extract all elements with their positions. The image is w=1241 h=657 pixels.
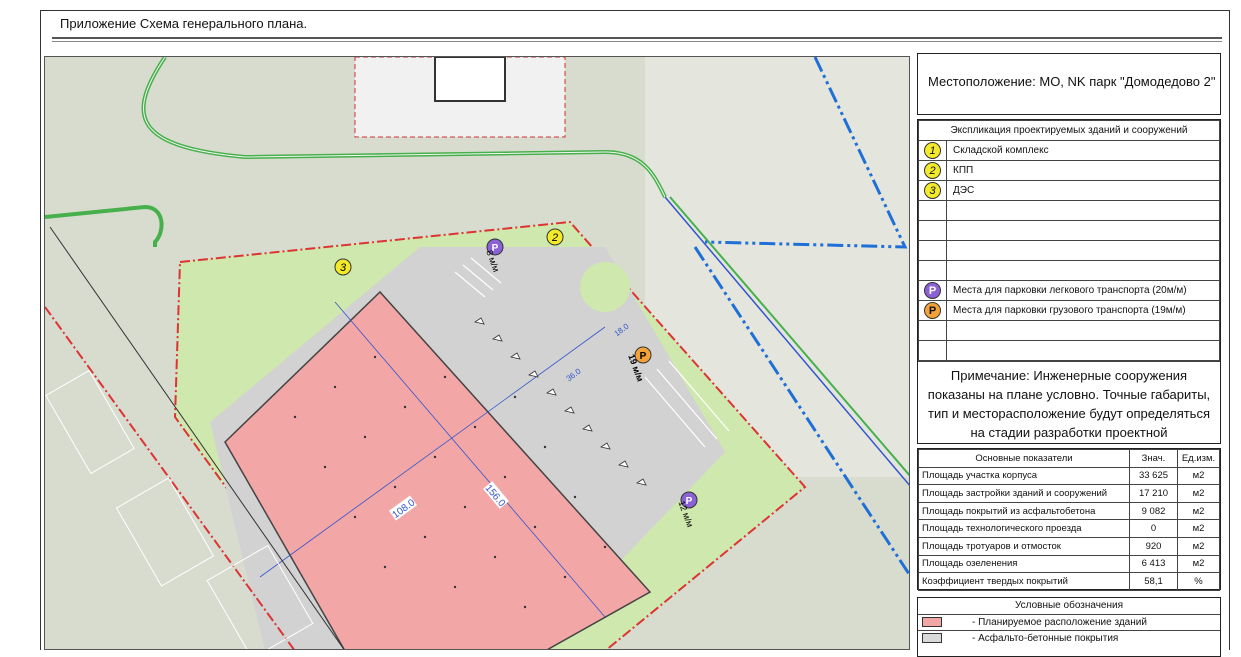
location-box: Местоположение: МО, NK парк "Домодедово … bbox=[917, 53, 1221, 115]
indicator-name: Площадь тротуаров и отмосток bbox=[918, 536, 1130, 556]
truck-parking-icon: P bbox=[924, 302, 941, 319]
list-item: 1 Складской комплекс bbox=[918, 140, 1220, 161]
header-divider-thin bbox=[52, 41, 1222, 42]
empty-row bbox=[918, 340, 1220, 361]
indicator-name: Площадь озеленения bbox=[918, 554, 1130, 574]
building-number-icon: 3 bbox=[924, 182, 941, 199]
explication-item-label: КПП bbox=[946, 160, 1220, 181]
site-plan-map[interactable]: 108.0 156.0 36.0 18.0 2 3 P P P 8 м/м 19… bbox=[44, 56, 910, 650]
legend-item-label: - Асфальто-бетонные покрытия bbox=[968, 629, 1220, 646]
indicator-value: 17 210 bbox=[1129, 484, 1178, 503]
list-item: 2 КПП bbox=[918, 160, 1220, 181]
explication-item-label: Складской комплекс bbox=[946, 140, 1220, 161]
indicator-value: 58,1 bbox=[1129, 572, 1178, 591]
site-plan-drawing: 108.0 156.0 36.0 18.0 2 3 P P P 8 м/м 19… bbox=[45, 57, 909, 649]
parking-marker-truck: P bbox=[640, 351, 647, 362]
location-text: Местоположение: МО, NK парк "Домодедово … bbox=[928, 74, 1216, 89]
asphalt-swatch-icon bbox=[922, 633, 942, 644]
empty-row bbox=[918, 200, 1220, 221]
marker-building-2: 2 bbox=[551, 232, 558, 244]
parking-legend-label: Места для парковки легкового транспорта … bbox=[946, 280, 1220, 301]
table-row: Площадь застройки зданий и сооружений 17… bbox=[918, 484, 1220, 503]
indicator-value: 0 bbox=[1129, 519, 1178, 538]
legend-item-label: - Планируемое расположение зданий bbox=[968, 613, 1220, 630]
legend-box: Условные обозначения - Планируемое распо… bbox=[917, 597, 1221, 657]
indicator-unit: м2 bbox=[1177, 554, 1220, 574]
legend-title: Условные обозначения bbox=[1014, 600, 1124, 612]
indicator-name: Площадь участка корпуса bbox=[918, 466, 1130, 486]
building-number-icon: 2 bbox=[924, 162, 941, 179]
marker-building-3: 3 bbox=[340, 262, 347, 274]
legend-item: - Планируемое расположение зданий bbox=[918, 613, 1220, 630]
indicator-unit: м2 bbox=[1177, 501, 1220, 521]
explication-item-label: ДЭС bbox=[946, 180, 1220, 201]
table-row: Площадь технологического проезда 0 м2 bbox=[918, 519, 1220, 538]
indicators-table: Основные показатели Знач. Ед.изм. Площад… bbox=[917, 448, 1221, 591]
indicator-name: Площадь застройки зданий и сооружений bbox=[918, 484, 1130, 503]
empty-row bbox=[918, 320, 1220, 341]
car-parking-icon: P bbox=[924, 282, 941, 299]
building-swatch-icon bbox=[922, 616, 942, 627]
parking-legend-label: Места для парковки грузового транспорта … bbox=[946, 300, 1220, 321]
legend-item: - Асфальто-бетонные покрытия bbox=[918, 629, 1220, 646]
empty-row bbox=[918, 240, 1220, 261]
table-row: Площадь покрытий из асфальтобетона 9 082… bbox=[918, 501, 1220, 521]
table-row: Площадь участка корпуса 33 625 м2 bbox=[918, 466, 1220, 486]
column-header: Знач. bbox=[1129, 449, 1178, 468]
indicator-unit: м2 bbox=[1177, 536, 1220, 556]
page-title: Приложение Схема генерального плана. bbox=[60, 16, 308, 31]
list-item: 3 ДЭС bbox=[918, 180, 1220, 201]
empty-row bbox=[918, 260, 1220, 281]
column-header: Ед.изм. bbox=[1177, 449, 1220, 468]
empty-row bbox=[918, 220, 1220, 241]
indicator-name: Площадь технологического проезда bbox=[918, 519, 1130, 538]
indicator-value: 6 413 bbox=[1129, 554, 1178, 574]
explication-title: Экспликация проектируемых зданий и соору… bbox=[918, 120, 1220, 141]
indicator-unit: м2 bbox=[1177, 519, 1220, 538]
list-item: P Места для парковки грузового транспорт… bbox=[918, 300, 1220, 321]
indicator-name: Коэффициент твердых покрытий bbox=[918, 572, 1130, 591]
indicator-unit: м2 bbox=[1177, 484, 1220, 503]
column-header: Основные показатели bbox=[918, 449, 1130, 468]
indicator-unit: % bbox=[1177, 572, 1220, 591]
indicator-unit: м2 bbox=[1177, 466, 1220, 486]
list-item: P Места для парковки легкового транспорт… bbox=[918, 280, 1220, 301]
header-divider bbox=[52, 37, 1222, 39]
indicator-value: 9 082 bbox=[1129, 501, 1178, 521]
indicator-name: Площадь покрытий из асфальтобетона bbox=[918, 501, 1130, 521]
explication-table: Экспликация проектируемых зданий и соору… bbox=[917, 119, 1221, 459]
building-number-icon: 1 bbox=[924, 142, 941, 159]
indicator-value: 33 625 bbox=[1129, 466, 1178, 486]
table-row: Площадь тротуаров и отмосток 920 м2 bbox=[918, 536, 1220, 556]
table-row: Площадь озеленения 6 413 м2 bbox=[918, 554, 1220, 574]
table-row: Коэффициент твердых покрытий 58,1 % bbox=[918, 572, 1220, 591]
indicator-value: 920 bbox=[1129, 536, 1178, 556]
